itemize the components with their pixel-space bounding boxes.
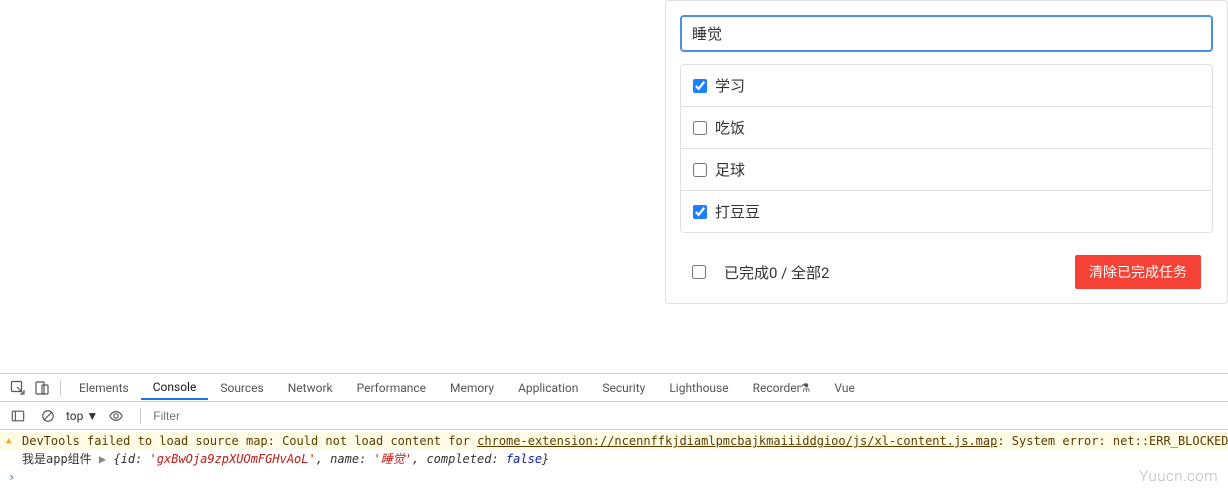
tab-lighthouse[interactable]: Lighthouse xyxy=(657,377,740,399)
todo-item: 学习 xyxy=(681,65,1212,107)
tab-application[interactable]: Application xyxy=(506,377,590,399)
todo-checkbox[interactable] xyxy=(693,121,707,135)
console-log-line: 我是app组件 ▶ {id: 'gxBwOja9zpXUOmFGHvAoL', … xyxy=(0,450,1228,468)
select-all-checkbox[interactable] xyxy=(692,265,706,279)
todo-label: 打豆豆 xyxy=(715,201,760,222)
expand-arrow-icon[interactable]: ▶ xyxy=(99,452,106,466)
flask-icon: ⚗ xyxy=(800,381,811,395)
console-prompt[interactable]: › xyxy=(0,468,1228,486)
console-toolbar: top ▼ xyxy=(0,402,1228,430)
tab-console[interactable]: Console xyxy=(141,376,209,400)
todo-label: 学习 xyxy=(715,75,745,96)
tab-sources[interactable]: Sources xyxy=(208,377,275,399)
separator xyxy=(140,408,141,424)
todo-label: 吃饭 xyxy=(715,117,745,138)
inspect-icon[interactable] xyxy=(6,376,30,400)
devtools-tabbar: Elements Console Sources Network Perform… xyxy=(0,374,1228,402)
tab-performance[interactable]: Performance xyxy=(345,377,438,399)
tab-elements[interactable]: Elements xyxy=(67,377,141,399)
tab-network[interactable]: Network xyxy=(276,377,345,399)
sidebar-toggle-icon[interactable] xyxy=(6,404,30,428)
todo-item: 打豆豆 xyxy=(681,191,1212,232)
console-output: DevTools failed to load source map: Coul… xyxy=(0,430,1228,503)
context-dropdown[interactable]: top ▼ xyxy=(66,409,98,423)
tab-vue[interactable]: Vue xyxy=(822,377,866,399)
todo-label: 足球 xyxy=(715,159,745,180)
app-panel: 学习 吃饭 足球 打豆豆 已完成0 / 全部2 清除已完成任务 xyxy=(665,0,1228,304)
todo-checkbox[interactable] xyxy=(693,79,707,93)
live-expression-icon[interactable] xyxy=(104,404,128,428)
todo-input[interactable] xyxy=(680,15,1213,52)
todo-list: 学习 吃饭 足球 打豆豆 xyxy=(680,64,1213,233)
tab-memory[interactable]: Memory xyxy=(438,377,506,399)
footer-status: 已完成0 / 全部2 xyxy=(724,262,1075,283)
todo-checkbox[interactable] xyxy=(693,205,707,219)
todo-item: 足球 xyxy=(681,149,1212,191)
console-warning-line: DevTools failed to load source map: Coul… xyxy=(0,432,1228,450)
todo-checkbox[interactable] xyxy=(693,163,707,177)
clear-completed-button[interactable]: 清除已完成任务 xyxy=(1075,255,1201,289)
todo-container: 学习 吃饭 足球 打豆豆 已完成0 / 全部2 清除已完成任务 xyxy=(665,0,1228,304)
separator xyxy=(60,380,61,396)
device-toggle-icon[interactable] xyxy=(30,376,54,400)
devtools-panel: Elements Console Sources Network Perform… xyxy=(0,373,1228,503)
chevron-down-icon: ▼ xyxy=(86,409,98,423)
todo-item: 吃饭 xyxy=(681,107,1212,149)
source-map-url[interactable]: chrome-extension://ncennffkjdiamlpmcbajk… xyxy=(477,434,997,448)
clear-console-icon[interactable] xyxy=(36,404,60,428)
tab-recorder[interactable]: Recorder ⚗ xyxy=(741,377,823,399)
todo-footer: 已完成0 / 全部2 清除已完成任务 xyxy=(680,251,1213,289)
console-filter-input[interactable] xyxy=(153,409,1222,423)
tab-security[interactable]: Security xyxy=(590,377,657,399)
